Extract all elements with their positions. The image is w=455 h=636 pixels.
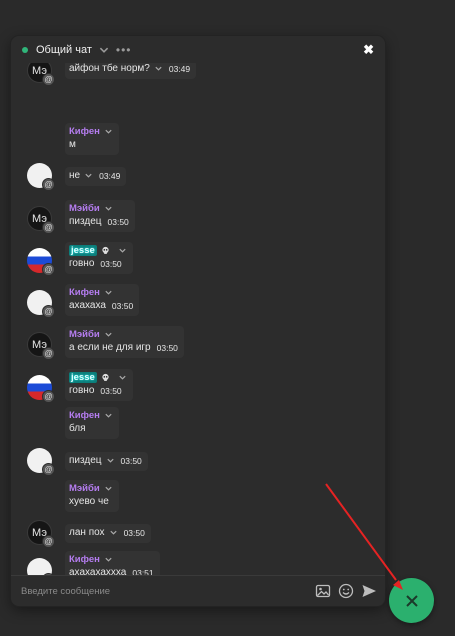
message-time: 03:49 xyxy=(168,63,191,74)
message-text: пиздец xyxy=(69,216,102,227)
chevron-down-icon[interactable] xyxy=(109,528,118,537)
message-bubble[interactable]: Мэйби пиздец 03:50 xyxy=(65,200,135,232)
avatar[interactable]: @ xyxy=(27,448,55,476)
chevron-down-icon[interactable] xyxy=(104,484,113,493)
mention-badge-icon: @ xyxy=(42,263,55,276)
username[interactable]: Кифен xyxy=(69,410,100,421)
message-composer xyxy=(11,575,385,606)
chevron-down-icon[interactable] xyxy=(104,411,113,420)
message-text: м xyxy=(69,139,76,150)
username[interactable]: jesse xyxy=(69,245,97,256)
message-bubble[interactable]: лан пох 03:50 xyxy=(65,524,151,543)
message-time: 03:50 xyxy=(107,216,129,227)
mention-badge-icon: @ xyxy=(42,463,55,476)
message-text: говно xyxy=(69,258,95,269)
message-bubble[interactable]: не 03:49 xyxy=(65,167,127,186)
more-options-icon[interactable]: ••• xyxy=(116,43,132,57)
username[interactable]: Кифен xyxy=(69,287,100,298)
emoji-icon[interactable] xyxy=(338,583,354,599)
username[interactable]: Мэйби xyxy=(69,329,100,340)
username[interactable]: Мэйби xyxy=(69,203,100,214)
avatar[interactable]: @ xyxy=(27,163,55,191)
message-bubble[interactable]: jesse говно 03:50 xyxy=(65,242,133,274)
chevron-down-icon[interactable] xyxy=(104,204,113,213)
username[interactable]: Кифен xyxy=(69,554,100,565)
message-time: 03:50 xyxy=(100,385,122,396)
message-bubble[interactable]: Кифен ахахахаххха 03:51 xyxy=(65,551,160,576)
chevron-down-icon[interactable] xyxy=(118,373,127,382)
avatar[interactable]: @ xyxy=(27,248,55,276)
avatar[interactable]: @ xyxy=(27,290,55,318)
message-text: не xyxy=(69,170,81,181)
mention-badge-icon: @ xyxy=(42,221,55,234)
message-bubble[interactable]: Кифен м xyxy=(65,123,119,155)
message-bubble[interactable]: Кифен ахахаха 03:50 xyxy=(65,284,140,316)
message-text: а если не для игр xyxy=(69,342,151,353)
chevron-down-icon[interactable] xyxy=(118,246,127,255)
message-text: говно xyxy=(69,385,95,396)
mention-badge-icon: @ xyxy=(42,305,55,318)
message-text: айфон тбе норм? xyxy=(69,63,150,74)
send-icon[interactable] xyxy=(361,583,377,599)
username[interactable]: Кифен xyxy=(69,126,100,137)
chevron-down-icon[interactable] xyxy=(154,64,163,73)
message-text: хуево че xyxy=(69,496,109,507)
message-bubble[interactable]: Кифен бля xyxy=(65,407,119,439)
message-text: лан пох xyxy=(69,527,105,538)
message-list[interactable]: Мэ @ айфон тбе норм? 03:49 Кифен м @ не … xyxy=(11,36,385,576)
message-text: бля xyxy=(69,423,86,434)
username[interactable]: jesse xyxy=(69,372,97,383)
skull-icon xyxy=(102,246,109,254)
close-icon xyxy=(405,594,418,607)
close-chat-button[interactable] xyxy=(389,578,434,623)
message-bubble[interactable]: jesse говно 03:50 xyxy=(65,369,133,401)
message-bubble[interactable]: Мэйби хуево че xyxy=(65,480,119,512)
chat-title[interactable]: Общий чат xyxy=(36,44,92,56)
mention-badge-icon: @ xyxy=(42,347,55,360)
mention-badge-icon: @ xyxy=(42,390,55,403)
chevron-down-icon[interactable] xyxy=(106,456,115,465)
chevron-down-icon[interactable] xyxy=(84,171,93,180)
avatar[interactable]: @ xyxy=(27,558,55,576)
message-text: ахахаха xyxy=(69,300,106,311)
image-icon[interactable] xyxy=(315,583,331,599)
username[interactable]: Мэйби xyxy=(69,483,100,494)
message-time: 03:50 xyxy=(123,527,145,538)
avatar[interactable]: Мэ @ xyxy=(27,206,55,234)
message-time: 03:50 xyxy=(100,258,122,269)
message-time: 03:50 xyxy=(156,342,178,353)
chat-window: Мэ @ айфон тбе норм? 03:49 Кифен м @ не … xyxy=(11,36,385,606)
chevron-down-icon[interactable] xyxy=(104,330,113,339)
message-time: 03:50 xyxy=(120,455,142,466)
message-time: 03:50 xyxy=(111,300,134,311)
skull-icon xyxy=(102,373,109,381)
avatar[interactable]: Мэ @ xyxy=(27,520,55,548)
mention-badge-icon: @ xyxy=(42,178,55,191)
mention-badge-icon: @ xyxy=(42,73,55,86)
online-status-dot xyxy=(22,46,28,53)
chat-header: Общий чат ••• ✖ xyxy=(11,36,385,63)
avatar[interactable]: @ xyxy=(27,375,55,403)
message-bubble[interactable]: пиздец 03:50 xyxy=(65,452,148,471)
message-bubble[interactable]: Мэйби а если не для игр 03:50 xyxy=(65,326,184,358)
chevron-down-icon[interactable] xyxy=(104,288,113,297)
avatar[interactable]: Мэ @ xyxy=(27,332,55,360)
message-text: пиздец xyxy=(69,455,102,466)
chevron-down-icon[interactable] xyxy=(104,127,113,136)
chevron-down-icon[interactable] xyxy=(104,555,113,564)
close-icon[interactable]: ✖ xyxy=(363,42,374,58)
chevron-down-icon[interactable] xyxy=(98,44,110,56)
mention-badge-icon: @ xyxy=(42,535,55,548)
message-input[interactable] xyxy=(19,584,308,598)
message-time: 03:49 xyxy=(99,170,121,181)
